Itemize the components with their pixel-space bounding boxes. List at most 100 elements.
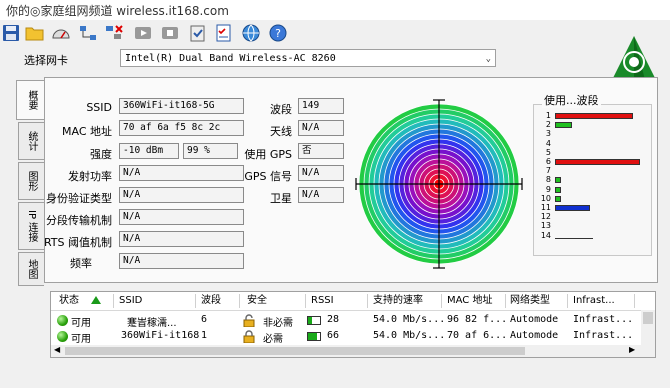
column-header-security[interactable]: 安全 [247, 294, 267, 308]
column-header-status[interactable]: 状态 [59, 294, 79, 308]
adapter-select[interactable]: Intel(R) Dual Band Wireless-AC 8260 ⌄ [120, 49, 496, 67]
column-header-rate[interactable]: 支持的速率 [373, 294, 423, 308]
channel-label: 6 [545, 157, 551, 166]
channel-label: 3 [545, 129, 551, 139]
channel-label: 9 [545, 184, 551, 194]
row-mac: 96 82 f... [447, 314, 508, 325]
channel-label: 14 [540, 230, 551, 240]
row-band: 1 [201, 330, 208, 341]
tab-summary[interactable]: 概要 [16, 80, 46, 120]
scroll-thumb[interactable] [643, 312, 653, 324]
chevron-down-icon: ⌄ [485, 54, 491, 64]
channel-label: 12 [540, 212, 551, 222]
strength-label: 强度 [90, 148, 112, 161]
channel-label: 5 [545, 147, 551, 157]
table-row[interactable]: 可用 蹇旹稼濡... 6 非必需 28 54.0 Mb/s... 96 82 f… [51, 313, 641, 330]
fragmentation-value: N/A [119, 209, 244, 225]
signal-radar [355, 99, 523, 269]
strength-dbm-value: -10 dBm [119, 143, 179, 159]
channel-label: 2 [545, 120, 551, 130]
rts-value: N/A [119, 231, 244, 247]
frequency-label: 频率 [70, 257, 92, 270]
gps-use-value: 否 [298, 143, 344, 159]
network-list: 状态 SSID 波段 安全 RSSI 支持的速率 MAC 地址 网络类型 Inf… [50, 291, 656, 358]
sort-ascending-icon [91, 296, 101, 304]
row-network-type: Automode [510, 330, 559, 341]
row-ssid: 蹇旹稼濡... [127, 318, 177, 329]
frequency-value: N/A [119, 253, 244, 269]
channel-baseline [555, 237, 593, 239]
status-available-icon [57, 331, 68, 342]
speed-gauge-icon[interactable] [50, 22, 72, 44]
disconnect-icon[interactable] [103, 22, 125, 44]
column-header-band[interactable]: 波段 [201, 294, 221, 308]
row-status: 可用 [71, 334, 91, 345]
satellite-label: 卫星 [270, 192, 292, 205]
watermark-strip: 你的◎家庭组网频道 wireless.it168.com [0, 0, 670, 20]
help-icon[interactable]: ? [267, 22, 289, 44]
antenna-value: N/A [298, 120, 344, 136]
open-folder-icon[interactable] [24, 22, 46, 44]
satellite-value: N/A [298, 187, 344, 203]
play-icon[interactable] [133, 22, 155, 44]
auth-label: 身份验证类型 [46, 192, 112, 205]
column-header-mac[interactable]: MAC 地址 [447, 294, 492, 308]
row-rssi: 66 [327, 330, 340, 341]
rssi-meter-icon [307, 316, 321, 325]
mac-value: 70 af 6a f5 8c 2c [119, 120, 244, 136]
column-header-rssi[interactable]: RSSI [311, 294, 334, 308]
checklist-icon[interactable] [213, 22, 235, 44]
vertical-scrollbar[interactable] [641, 310, 655, 346]
band-value: 149 [298, 98, 344, 114]
row-rate: 54.0 Mb/s... [373, 314, 446, 325]
channel-label: 10 [540, 193, 551, 203]
channel-usage-bar [555, 195, 562, 202]
ssid-label: SSID [86, 101, 112, 114]
channel-usage-bar [555, 205, 590, 211]
globe-icon[interactable] [240, 22, 262, 44]
channel-label: 13 [540, 221, 551, 231]
table-row[interactable]: 可用 360WiFi-it168 1 必需 66 54.0 Mb/s... 70… [51, 329, 641, 345]
rts-label: RTS 阈值机制 [43, 236, 112, 249]
gps-signal-label: GPS 信号 [244, 170, 292, 183]
status-available-icon [57, 315, 68, 326]
channel-usage-bar [555, 186, 562, 193]
scroll-left-icon[interactable]: ◀ [54, 345, 60, 354]
gps-use-label: 使用 GPS [244, 148, 292, 161]
channel-label: 11 [540, 203, 551, 212]
auth-value: N/A [119, 187, 244, 203]
channel-usage-bar [555, 177, 562, 184]
channel-label: 7 [545, 166, 551, 176]
clipboard-icon[interactable] [187, 22, 209, 44]
svg-text:?: ? [275, 27, 281, 40]
adapter-label: 选择网卡 [24, 54, 68, 67]
txpower-label: 发射功率 [68, 170, 112, 183]
row-infrastructure: Infrast... [573, 330, 634, 341]
lock-open-icon [243, 314, 255, 330]
horizontal-scrollbar[interactable]: ◀ ▶ [51, 345, 655, 357]
adapter-selected-value: Intel(R) Dual Band Wireless-AC 8260 [125, 53, 336, 64]
row-ssid: 360WiFi-it168 [121, 330, 200, 341]
column-header-infrastructure[interactable]: Infrast... [573, 294, 615, 308]
scroll-right-icon[interactable]: ▶ [629, 345, 635, 354]
save-icon[interactable] [0, 22, 22, 44]
channel-usage-rows: 1 2 3 4 5 6 7 8 9 10 11 12 13 14 [533, 104, 652, 256]
row-rate: 54.0 Mb/s... [373, 330, 446, 341]
antenna-label: 天线 [270, 125, 292, 138]
stop-icon[interactable] [160, 22, 182, 44]
row-status: 可用 [71, 318, 91, 329]
band-label: 波段 [270, 103, 292, 116]
row-mac: 70 af 6... [447, 330, 508, 341]
channel-label: 1 [545, 111, 551, 120]
row-band: 6 [201, 314, 208, 325]
row-infrastructure: Infrast... [573, 314, 634, 325]
network-tree-icon[interactable] [77, 22, 99, 44]
channel-usage-bar [555, 122, 573, 129]
channel-usage-bar [555, 159, 640, 165]
column-header-network-type[interactable]: 网络类型 [510, 294, 550, 308]
channel-usage-bar [555, 113, 634, 119]
column-header-ssid[interactable]: SSID [119, 294, 142, 308]
ssid-value: 360WiFi-it168-5G [119, 98, 244, 114]
scroll-thumb-horizontal[interactable] [65, 347, 525, 355]
watermark-text: 你的◎家庭组网频道 wireless.it168.com [6, 4, 229, 18]
